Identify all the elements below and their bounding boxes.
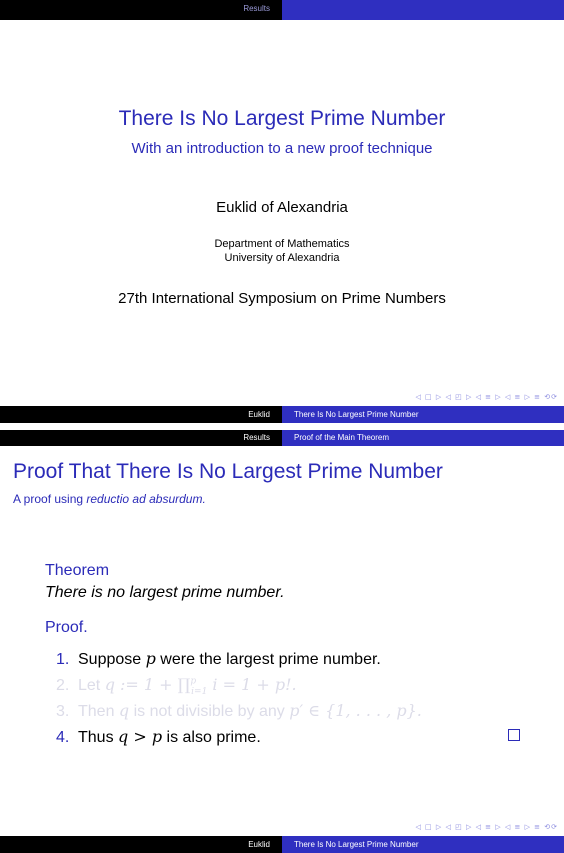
- navigation-symbols[interactable]: ◁ □ ▷ ◁ ◰ ▷ ◁ ≡ ▷ ◁ ≡ ▷ ≡ ⟲⟳: [415, 393, 558, 401]
- presentation-title: There Is No Largest Prime Number: [118, 107, 446, 130]
- step-text: is not divisible by any: [129, 703, 290, 720]
- headline-bar: Results: [0, 0, 564, 20]
- proof-slide: Results Proof of the Main Theorem Proof …: [0, 430, 564, 853]
- frame-subtitle: A proof using reductio ad absurdum.: [13, 492, 206, 506]
- headline-section[interactable]: Results: [0, 430, 282, 446]
- frame-subtitle-emphasis: reductio ad absurdum.: [86, 492, 206, 506]
- institute-university: University of Alexandria: [224, 252, 340, 264]
- step-number: 2.: [56, 677, 70, 694]
- theorem-title: Theorem: [45, 562, 110, 579]
- footline-bar: Euklid There Is No Largest Prime Number: [0, 836, 564, 853]
- step-variable: p: [145, 649, 156, 668]
- theorem-body: There is no largest prime number.: [45, 584, 285, 601]
- footer-author: Euklid: [0, 406, 282, 423]
- author: Euklid of Alexandria: [216, 199, 348, 216]
- headline-bar: Results Proof of the Main Theorem: [0, 430, 564, 446]
- step-text: is also prime.: [162, 729, 261, 746]
- footer-title: There Is No Largest Prime Number: [282, 406, 564, 423]
- step-formula: q := 1 + ∏: [104, 675, 191, 694]
- step-text: Then: [78, 703, 119, 720]
- step-number: 3.: [56, 703, 70, 720]
- proof-step-1: 1. Suppose p were the largest prime numbe…: [56, 649, 526, 675]
- step-variable: q: [118, 701, 130, 720]
- footer-title: There Is No Largest Prime Number: [282, 836, 564, 853]
- frame-subtitle-prefix: A proof using: [13, 492, 87, 506]
- proof-step-3: 3. Then q is not divisible by any p′ ∈ {1…: [56, 701, 526, 727]
- proof-step-2: 2. Let q := 1 + ∏pi=1 i = 1 + p!.: [56, 675, 526, 701]
- headline-subsection[interactable]: Proof of the Main Theorem: [282, 430, 564, 446]
- institute-department: Department of Mathematics: [214, 238, 350, 250]
- step-text: Suppose: [78, 651, 146, 668]
- product-upper-limit: p: [190, 676, 197, 687]
- proof-step-4: 4. Thus q > p is also prime.: [56, 727, 526, 753]
- step-text: were the largest prime number.: [155, 651, 381, 668]
- step-text: Let: [78, 677, 105, 694]
- headline-subsection[interactable]: [282, 0, 564, 20]
- step-text: Thus: [78, 729, 119, 746]
- step-formula: q > p: [118, 727, 163, 746]
- step-formula: p′ ∈ {1, . . . , p}.: [289, 701, 422, 720]
- footline-bar: Euklid There Is No Largest Prime Number: [0, 406, 564, 423]
- presentation-subtitle: With an introduction to a new proof tech…: [131, 140, 433, 157]
- event-date: 27th International Symposium on Prime Nu…: [118, 290, 446, 307]
- step-number: 4.: [56, 729, 70, 746]
- footer-author: Euklid: [0, 836, 282, 853]
- qed-square-icon: [508, 729, 520, 741]
- navigation-symbols[interactable]: ◁ □ ▷ ◁ ◰ ▷ ◁ ≡ ▷ ◁ ≡ ▷ ≡ ⟲⟳: [415, 823, 558, 831]
- step-formula: i = 1 + p!.: [207, 675, 297, 694]
- proof-title: Proof.: [45, 619, 88, 636]
- headline-section[interactable]: Results: [0, 0, 282, 20]
- frame-title: Proof That There Is No Largest Prime Num…: [13, 460, 443, 483]
- title-slide: Results There Is No Largest Prime Number…: [0, 0, 564, 423]
- step-number: 1.: [56, 651, 70, 668]
- product-lower-limit: i=1: [191, 687, 208, 698]
- proof-steps: 1. Suppose p were the largest prime numbe…: [56, 649, 526, 753]
